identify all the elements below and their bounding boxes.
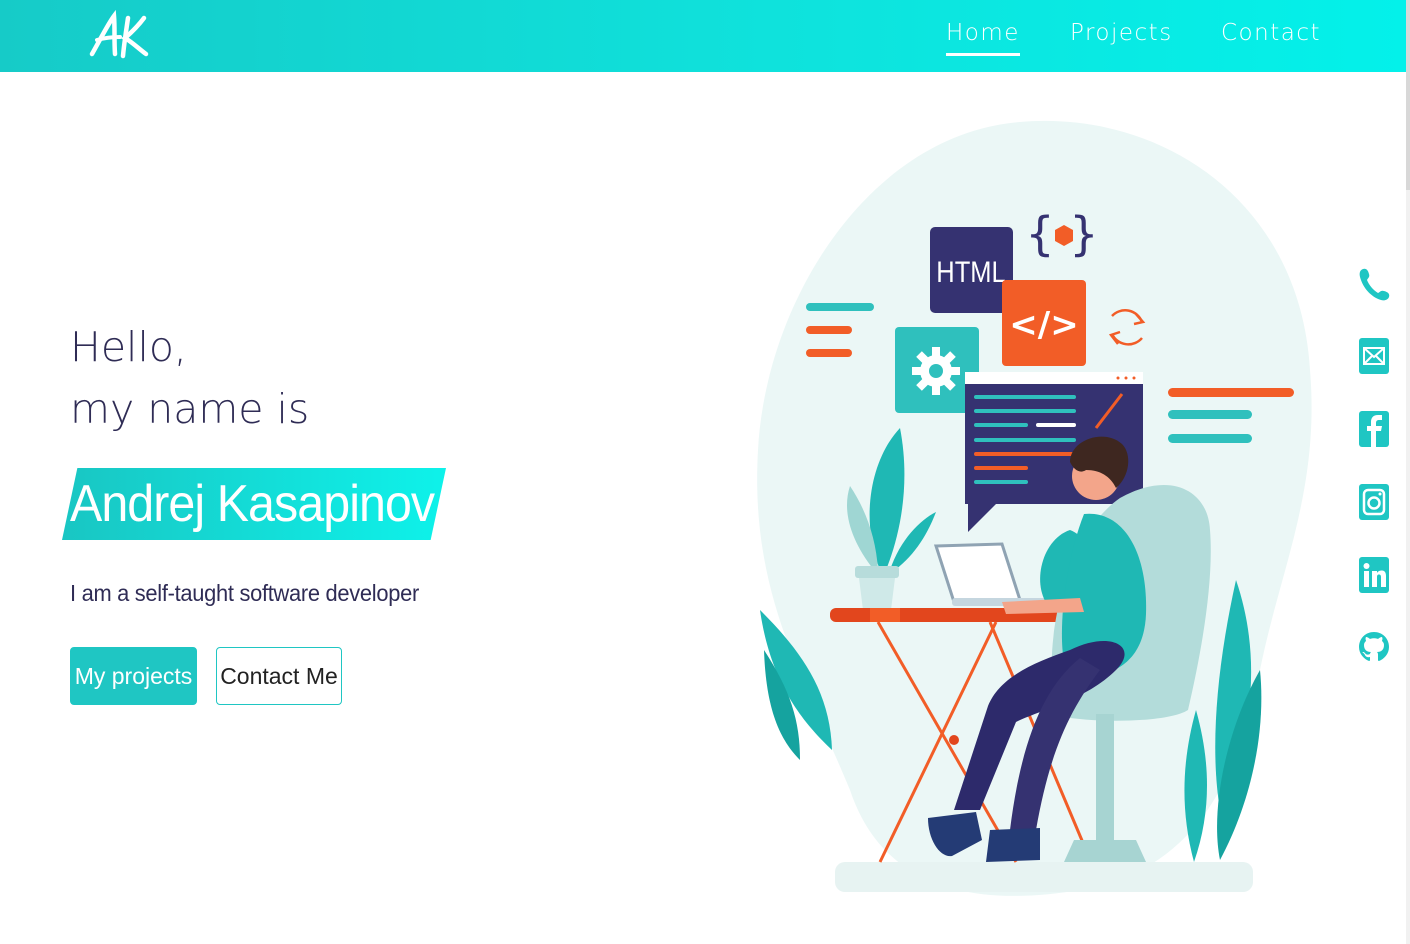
- navbar: Home Projects Contact: [0, 0, 1406, 72]
- hero-name: Andrej Kasapinov: [70, 475, 435, 533]
- github-icon[interactable]: [1356, 628, 1392, 668]
- deco-line: [1168, 434, 1252, 443]
- html-card-label: HTML: [936, 255, 1005, 288]
- logo[interactable]: [88, 9, 150, 62]
- deco-line: [806, 303, 874, 311]
- scrollbar-thumb[interactable]: [1406, 0, 1410, 190]
- deco-line: [806, 326, 852, 334]
- facebook-icon[interactable]: [1356, 409, 1392, 449]
- deco-line: [1168, 410, 1252, 419]
- floor: [835, 862, 1253, 892]
- nav-home[interactable]: Home: [946, 20, 1020, 56]
- my-projects-button[interactable]: My projects: [70, 647, 197, 705]
- greeting-line-1: Hello,: [70, 323, 187, 371]
- linkedin-icon[interactable]: [1356, 555, 1392, 595]
- nav-projects[interactable]: Projects: [1070, 20, 1173, 46]
- greeting-line-2: my name is: [70, 385, 310, 433]
- contact-me-button[interactable]: Contact Me: [216, 647, 342, 705]
- greeting: Hello, my name is: [70, 316, 309, 440]
- scrollbar[interactable]: [1406, 0, 1410, 944]
- deco-line: [1168, 388, 1294, 397]
- tagline: I am a self-taught software developer: [70, 580, 419, 606]
- code-card-label: </>: [1009, 305, 1078, 345]
- nav-contact[interactable]: Contact: [1221, 20, 1321, 46]
- hero-illustration: HTML { } </>: [740, 110, 1320, 910]
- deco-line: [806, 349, 852, 357]
- phone-icon[interactable]: [1356, 264, 1392, 304]
- gear-icon: [912, 347, 960, 395]
- logo-icon: [89, 9, 149, 59]
- instagram-icon[interactable]: [1356, 482, 1392, 522]
- mail-icon[interactable]: [1356, 336, 1392, 376]
